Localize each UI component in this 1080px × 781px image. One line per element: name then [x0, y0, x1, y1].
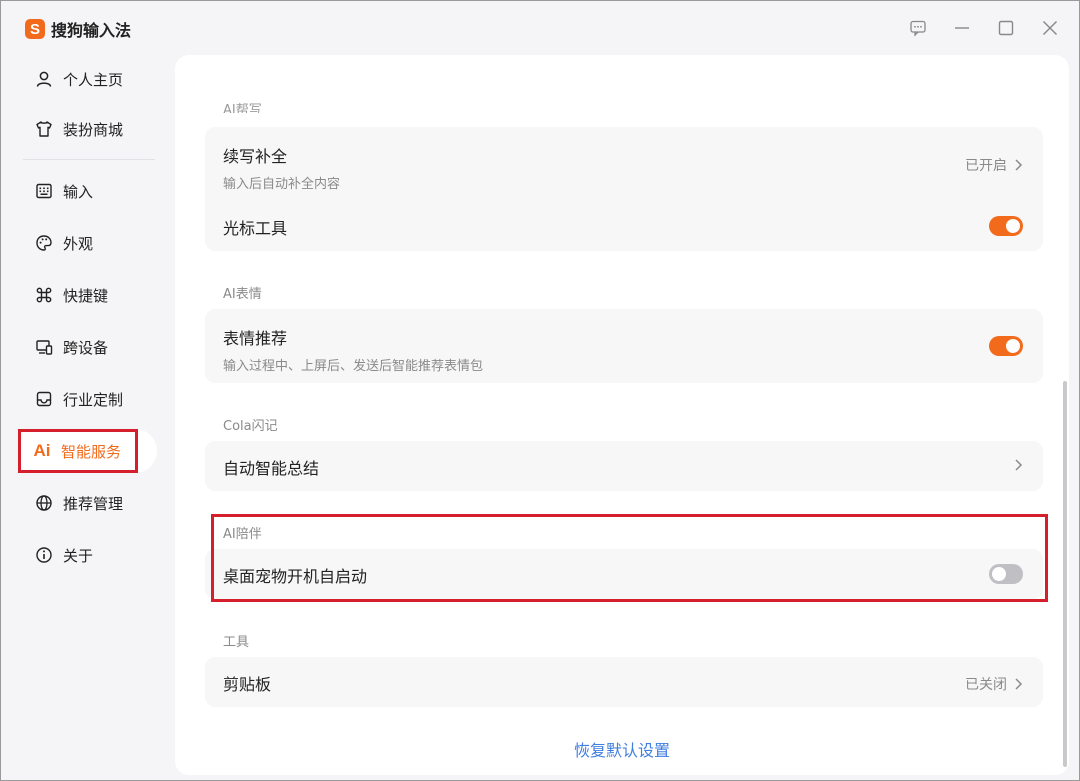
chevron-right-icon: [1015, 459, 1023, 471]
sidebar-item-label: 个人主页: [63, 70, 124, 89]
sidebar: 个人主页 装扮商城 输入 外观 快捷键 跨设备 行业定制 Ai 智能服务 推荐管…: [1, 57, 173, 781]
minimize-icon: [955, 27, 969, 29]
sidebar-item-label: 装扮商城: [63, 120, 124, 139]
row-subtitle: 输入后自动补全内容: [223, 177, 341, 192]
sidebar-item-profile[interactable]: 个人主页: [21, 57, 155, 101]
feedback-icon: [910, 20, 926, 37]
status-text: 已关闭: [965, 677, 1007, 693]
sogou-logo-icon: S: [25, 19, 45, 39]
sidebar-item-appearance[interactable]: 外观: [21, 221, 155, 265]
devices-icon: [35, 338, 53, 356]
section-label-ai-write: AI帮写: [223, 103, 262, 113]
globe-icon: [35, 494, 53, 512]
row-desktop-pet: 桌面宠物开机自启动: [205, 549, 1043, 599]
app-brand: S 搜狗输入法: [25, 17, 131, 41]
user-icon: [35, 70, 53, 88]
sidebar-item-label: 行业定制: [63, 390, 124, 409]
toggle-knob: [1006, 339, 1020, 353]
ai-icon: Ai: [33, 441, 51, 460]
card-ai-companion: 桌面宠物开机自启动: [205, 549, 1043, 599]
row-clipboard[interactable]: 剪贴板 已关闭: [205, 657, 1043, 707]
info-icon: [35, 546, 53, 564]
command-icon: [35, 286, 53, 304]
row-autocomplete[interactable]: 续写补全 输入后自动补全内容 已开启: [205, 127, 1043, 201]
sidebar-item-smart-service[interactable]: Ai 智能服务: [19, 429, 157, 473]
row-status-link[interactable]: [1013, 458, 1023, 472]
row-title: 桌面宠物开机自启动: [223, 567, 368, 586]
row-title: 光标工具: [223, 219, 288, 238]
sidebar-item-label: 跨设备: [63, 338, 109, 357]
settings-window: S 搜狗输入法 个人主页 装扮商城 输入 外观 快捷键 跨设备 行业定制 Ai …: [0, 0, 1080, 781]
tshirt-icon: [35, 120, 53, 138]
card-ai-emoji: 表情推荐 输入过程中、上屏后、发送后智能推荐表情包: [205, 309, 1043, 383]
maximize-button[interactable]: [995, 17, 1017, 39]
minimize-button[interactable]: [951, 17, 973, 39]
scrollbar[interactable]: [1063, 381, 1067, 767]
card-tools: 剪贴板 已关闭: [205, 657, 1043, 707]
reset-defaults-link[interactable]: 恢复默认设置: [175, 737, 1069, 761]
row-emoji-recommend: 表情推荐 输入过程中、上屏后、发送后智能推荐表情包: [205, 309, 1043, 383]
row-title: 自动智能总结: [223, 459, 320, 478]
row-status-link[interactable]: 已开启: [965, 155, 1023, 175]
sidebar-divider: [23, 159, 155, 160]
window-controls: [907, 17, 1061, 39]
cursor-tool-toggle[interactable]: [989, 216, 1023, 236]
row-subtitle: 输入过程中、上屏后、发送后智能推荐表情包: [223, 359, 484, 374]
title-bar: S 搜狗输入法: [1, 1, 1079, 57]
close-button[interactable]: [1039, 17, 1061, 39]
settings-panel: AI帮写 续写补全 输入后自动补全内容 已开启 光标工具 AI表情 表情推荐 输…: [175, 55, 1069, 775]
section-label-ai-emoji: AI表情: [223, 287, 262, 302]
sidebar-item-store[interactable]: 装扮商城: [21, 107, 155, 151]
sidebar-item-label: 快捷键: [63, 286, 109, 305]
sidebar-item-label: 智能服务: [61, 442, 122, 461]
sidebar-item-label: 外观: [63, 234, 94, 253]
sidebar-item-label: 推荐管理: [63, 494, 124, 513]
desktop-pet-toggle[interactable]: [989, 564, 1023, 584]
toggle-knob: [1006, 219, 1020, 233]
sidebar-item-shortcuts[interactable]: 快捷键: [21, 273, 155, 317]
toggle-knob: [992, 567, 1006, 581]
sidebar-item-industry[interactable]: 行业定制: [21, 377, 155, 421]
app-title: 搜狗输入法: [51, 21, 132, 40]
tray-icon: [35, 390, 53, 408]
row-title: 表情推荐: [223, 329, 288, 348]
card-ai-write: 续写补全 输入后自动补全内容 已开启 光标工具: [205, 127, 1043, 251]
sidebar-item-label: 关于: [63, 546, 94, 565]
close-icon: [1043, 21, 1057, 35]
section-label-tools: 工具: [223, 635, 250, 650]
sidebar-item-cross-device[interactable]: 跨设备: [21, 325, 155, 369]
sidebar-item-about[interactable]: 关于: [21, 533, 155, 577]
palette-icon: [35, 234, 53, 252]
feedback-button[interactable]: [907, 17, 929, 39]
section-label-ai-companion: AI陪伴: [223, 527, 262, 542]
section-label-cola: Cola闪记: [223, 419, 278, 434]
row-auto-summary[interactable]: 自动智能总结: [205, 441, 1043, 491]
keyboard-icon: [35, 182, 53, 200]
row-title: 续写补全: [223, 147, 288, 166]
status-text: 已开启: [965, 158, 1007, 174]
row-cursor-tool: 光标工具: [205, 201, 1043, 251]
chevron-right-icon: [1015, 678, 1023, 690]
sidebar-item-recommend[interactable]: 推荐管理: [21, 481, 155, 525]
emoji-recommend-toggle[interactable]: [989, 336, 1023, 356]
row-status-link[interactable]: 已关闭: [965, 674, 1023, 694]
row-title: 剪贴板: [223, 675, 272, 694]
sidebar-item-label: 输入: [63, 182, 94, 201]
maximize-icon: [998, 20, 1014, 36]
card-cola: 自动智能总结: [205, 441, 1043, 491]
chevron-right-icon: [1015, 159, 1023, 171]
sidebar-item-input[interactable]: 输入: [21, 169, 155, 213]
